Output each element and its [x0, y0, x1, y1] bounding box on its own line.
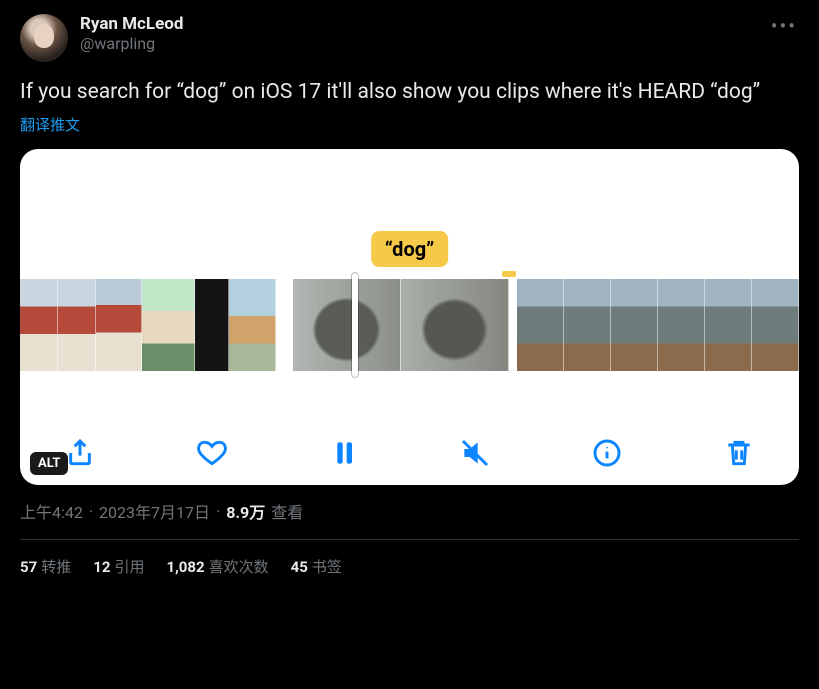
views-label: 查看: [271, 499, 303, 523]
clip-gap: [509, 279, 517, 371]
more-icon[interactable]: •••: [771, 14, 797, 38]
media-card[interactable]: “dog”: [20, 149, 799, 485]
thumbnail[interactable]: [20, 279, 58, 371]
stat-label: 书签: [312, 558, 342, 576]
clip-group-3[interactable]: [517, 279, 799, 371]
thumbnail[interactable]: [401, 279, 509, 371]
stat-count: 1,082: [166, 558, 204, 576]
thumbnail[interactable]: [58, 279, 96, 371]
thumbnail[interactable]: [293, 279, 401, 371]
timeline-strip[interactable]: [20, 279, 799, 371]
stat-count: 45: [291, 558, 308, 576]
tweet-stats: 57转推 12引用 1,082 喜欢次数 45书签: [20, 540, 799, 577]
thumbnail[interactable]: [564, 279, 611, 371]
handle: @warpling: [80, 34, 183, 53]
alt-badge[interactable]: ALT: [30, 452, 68, 475]
thumbnail[interactable]: [517, 279, 564, 371]
stat-label: 喜欢次数: [209, 558, 269, 576]
pause-icon[interactable]: [326, 435, 362, 471]
clip-gap: [276, 279, 293, 371]
stat-retweets[interactable]: 57转推: [20, 556, 71, 577]
clip-group-2[interactable]: [293, 279, 509, 371]
tweet-date[interactable]: 2023年7月17日: [99, 499, 210, 523]
thumbnail[interactable]: [658, 279, 705, 371]
media-controls: [20, 435, 799, 471]
tweet-text: If you search for “dog” on iOS 17 it'll …: [20, 78, 799, 106]
trash-icon[interactable]: [721, 435, 757, 471]
stat-bookmarks[interactable]: 45书签: [291, 556, 342, 577]
thumbnail[interactable]: [229, 279, 276, 371]
meta-sep: ·: [216, 502, 220, 521]
timeline-playhead[interactable]: [352, 273, 358, 377]
avatar[interactable]: [20, 14, 68, 62]
tweet-meta: 上午4:42 · 2023年7月17日 · 8.9万 查看: [20, 499, 799, 523]
search-marker-icon: [502, 271, 516, 277]
stat-count: 12: [93, 558, 110, 576]
tweet-header: Ryan McLeod @warpling: [20, 14, 799, 62]
thumbnail[interactable]: [96, 279, 142, 371]
tweet-time[interactable]: 上午4:42: [20, 499, 83, 523]
thumbnail[interactable]: [752, 279, 799, 371]
views-count: 8.9万: [226, 499, 265, 523]
thumbnail[interactable]: [611, 279, 658, 371]
stat-likes[interactable]: 1,082 喜欢次数: [166, 556, 268, 577]
author-block[interactable]: Ryan McLeod @warpling: [80, 14, 183, 53]
thumbnail[interactable]: [142, 279, 195, 371]
stat-count: 57: [20, 558, 37, 576]
stat-quotes[interactable]: 12引用: [93, 556, 144, 577]
thumbnail[interactable]: [195, 279, 229, 371]
tweet-container: Ryan McLeod @warpling ••• If you search …: [0, 0, 819, 577]
meta-sep: ·: [89, 502, 93, 521]
display-name: Ryan McLeod: [80, 14, 183, 34]
stat-label: 转推: [41, 558, 71, 576]
clip-group-1[interactable]: [20, 279, 276, 371]
heart-icon[interactable]: [194, 435, 230, 471]
mute-icon[interactable]: [457, 435, 493, 471]
stat-label: 引用: [114, 558, 144, 576]
translate-link[interactable]: 翻译推文: [20, 114, 799, 135]
thumbnail[interactable]: [705, 279, 752, 371]
info-icon[interactable]: [589, 435, 625, 471]
search-term-bubble: “dog”: [371, 231, 449, 267]
